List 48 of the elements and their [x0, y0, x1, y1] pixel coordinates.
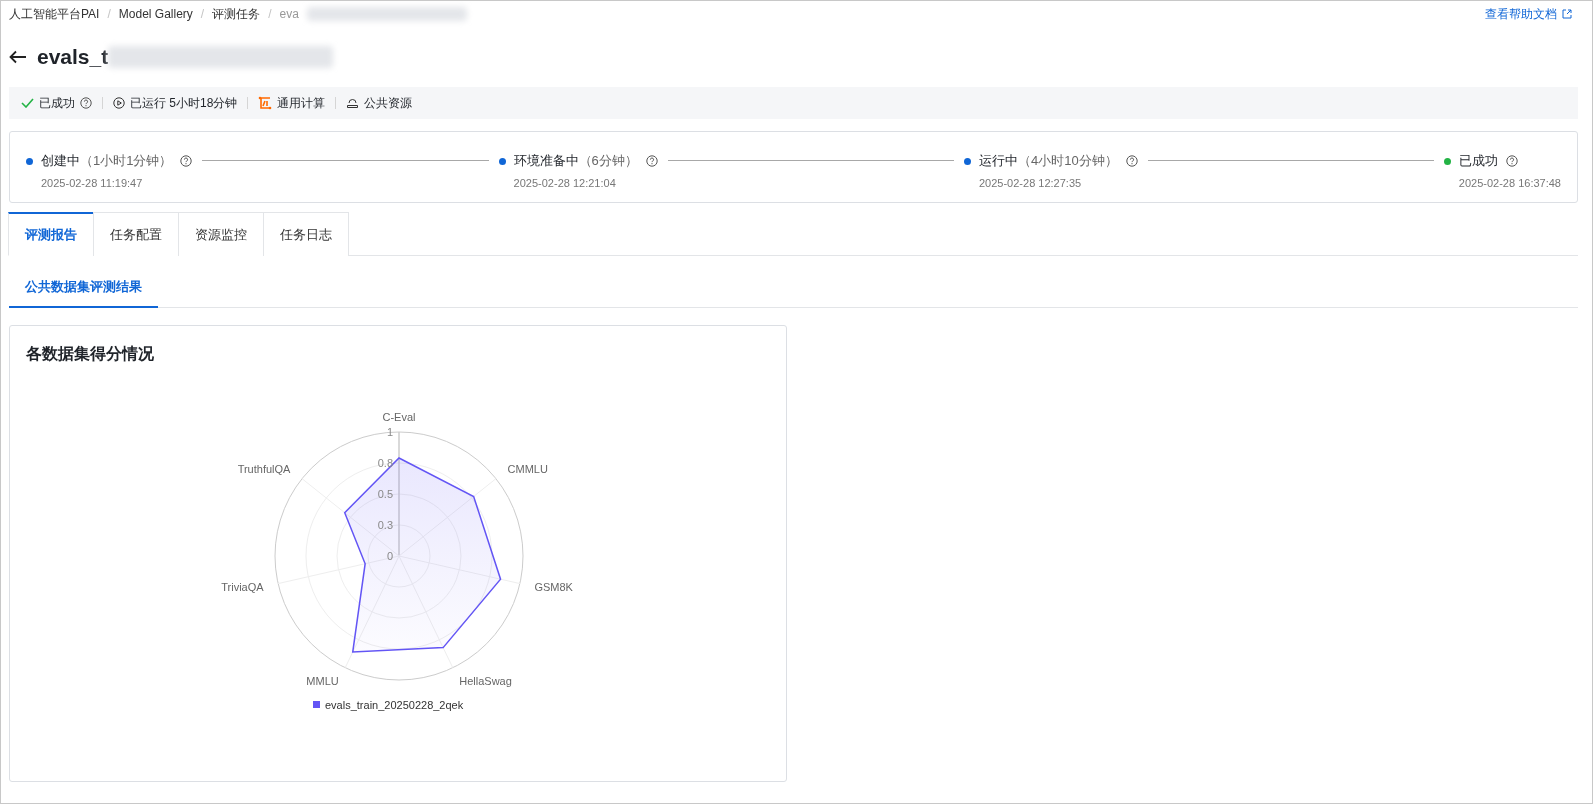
breadcrumb-link[interactable]: 人工智能平台PAI	[9, 5, 100, 23]
breadcrumb-separator: /	[107, 7, 111, 21]
axis-tick-label: 0.8	[377, 457, 393, 469]
step-label: 环境准备中（6分钟）	[513, 152, 638, 170]
axis-tick-label: 0	[386, 550, 393, 562]
help-icon[interactable]	[645, 155, 658, 167]
tab[interactable]: 评测报告	[8, 212, 94, 256]
step-time: 2025-02-28 16:37:48	[1458, 177, 1561, 189]
tab[interactable]: 任务日志	[263, 212, 349, 256]
step-label: 创建中（1小时1分钟）	[41, 152, 173, 170]
back-arrow-icon[interactable]	[9, 50, 27, 64]
step-time: 2025-02-28 12:27:35	[979, 177, 1083, 189]
step-label: 已成功	[1458, 152, 1498, 170]
axis-tick-label: 1	[386, 426, 393, 438]
help-icon[interactable]	[1505, 155, 1518, 167]
page-title: evals_t	[37, 45, 109, 69]
axis-label: C-Eval	[382, 411, 416, 424]
external-link-icon	[1562, 9, 1572, 19]
step-label: 运行中（4小时10分钟）	[979, 152, 1118, 170]
status-text: 公共资源	[364, 94, 413, 112]
help-docs-link[interactable]: 查看帮助文档	[1485, 5, 1572, 23]
help-icon[interactable]	[1125, 155, 1138, 167]
legend-item[interactable]: evals_train_20250228_2qek	[313, 699, 464, 711]
breadcrumb-separator: /	[200, 7, 205, 21]
step-time: 2025-02-28 12:21:04	[513, 177, 617, 189]
check-icon	[21, 98, 34, 108]
axis-label: TruthfulQA	[237, 463, 291, 476]
step-time: 2025-02-28 11:19:47	[41, 177, 144, 189]
breadcrumb-separator: /	[268, 7, 272, 21]
axis-label: GSM8K	[534, 580, 573, 593]
axis-label: HellaSwag	[459, 675, 512, 688]
help-icon[interactable]	[80, 97, 92, 109]
axis-tick-label: 0.5	[377, 488, 393, 500]
status-text: 已成功	[39, 94, 75, 112]
breadcrumb-link[interactable]: 评测任务	[212, 5, 261, 23]
sub-tab[interactable]: 公共数据集评测结果	[9, 268, 158, 308]
status-text: 已运行 5小时18分钟	[130, 94, 238, 112]
axis-tick-label: 0.3	[377, 519, 393, 531]
tab[interactable]: 任务配置	[93, 212, 179, 256]
status-text: 通用计算	[277, 94, 326, 112]
play-circle-icon	[113, 97, 125, 109]
tab[interactable]: 资源监控	[178, 212, 264, 256]
card-title: 各数据集得分情况	[26, 344, 155, 364]
breadcrumb-link[interactable]: Model Gallery	[118, 7, 193, 21]
help-icon[interactable]	[180, 155, 193, 167]
axis-label: CMMLU	[507, 463, 548, 476]
axis-label: MMLU	[306, 675, 339, 688]
axis-label: TriviaQA	[221, 580, 264, 593]
